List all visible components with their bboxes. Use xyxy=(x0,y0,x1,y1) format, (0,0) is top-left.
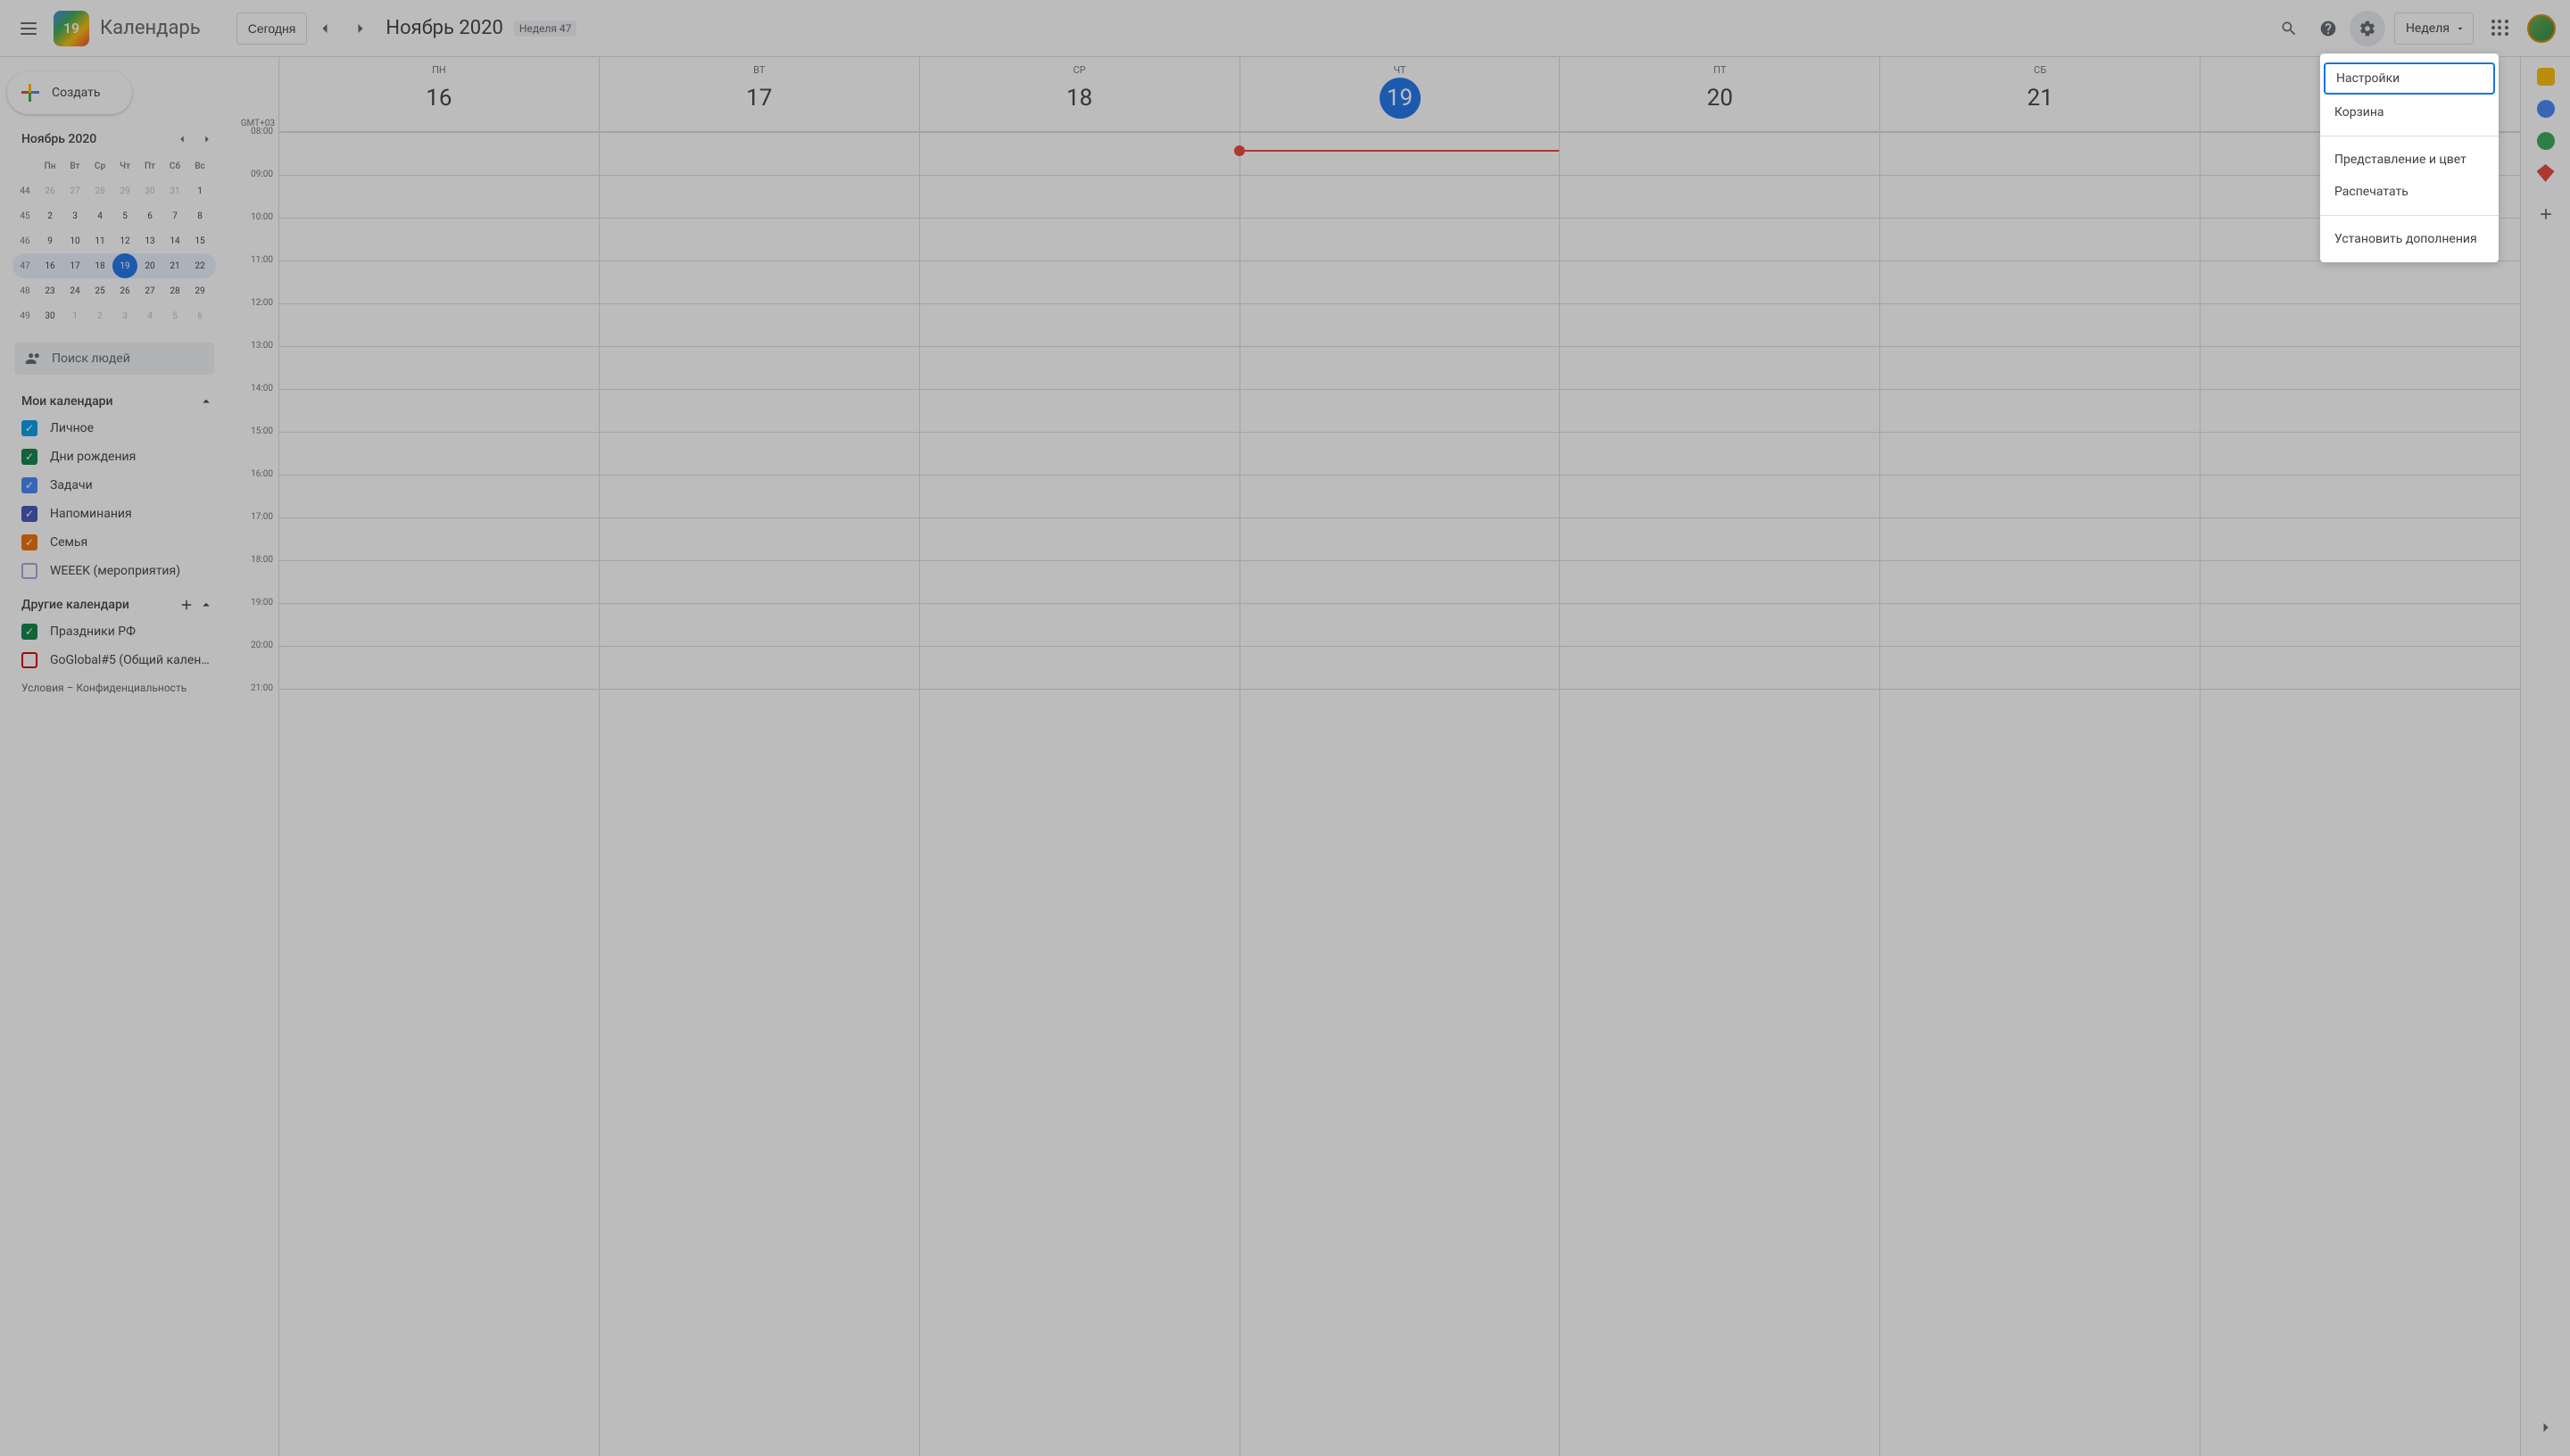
settings-menu: Настройки Корзина Представление и цвет Р… xyxy=(2320,54,2499,262)
menu-item-addons[interactable]: Установить дополнения xyxy=(2320,223,2499,255)
menu-item-density[interactable]: Представление и цвет xyxy=(2320,144,2499,176)
menu-divider xyxy=(2320,215,2499,216)
menu-item-trash[interactable]: Корзина xyxy=(2320,96,2499,128)
menu-item-print[interactable]: Распечатать xyxy=(2320,176,2499,208)
menu-item-settings[interactable]: Настройки xyxy=(2324,62,2495,95)
modal-overlay[interactable] xyxy=(0,0,2570,1456)
